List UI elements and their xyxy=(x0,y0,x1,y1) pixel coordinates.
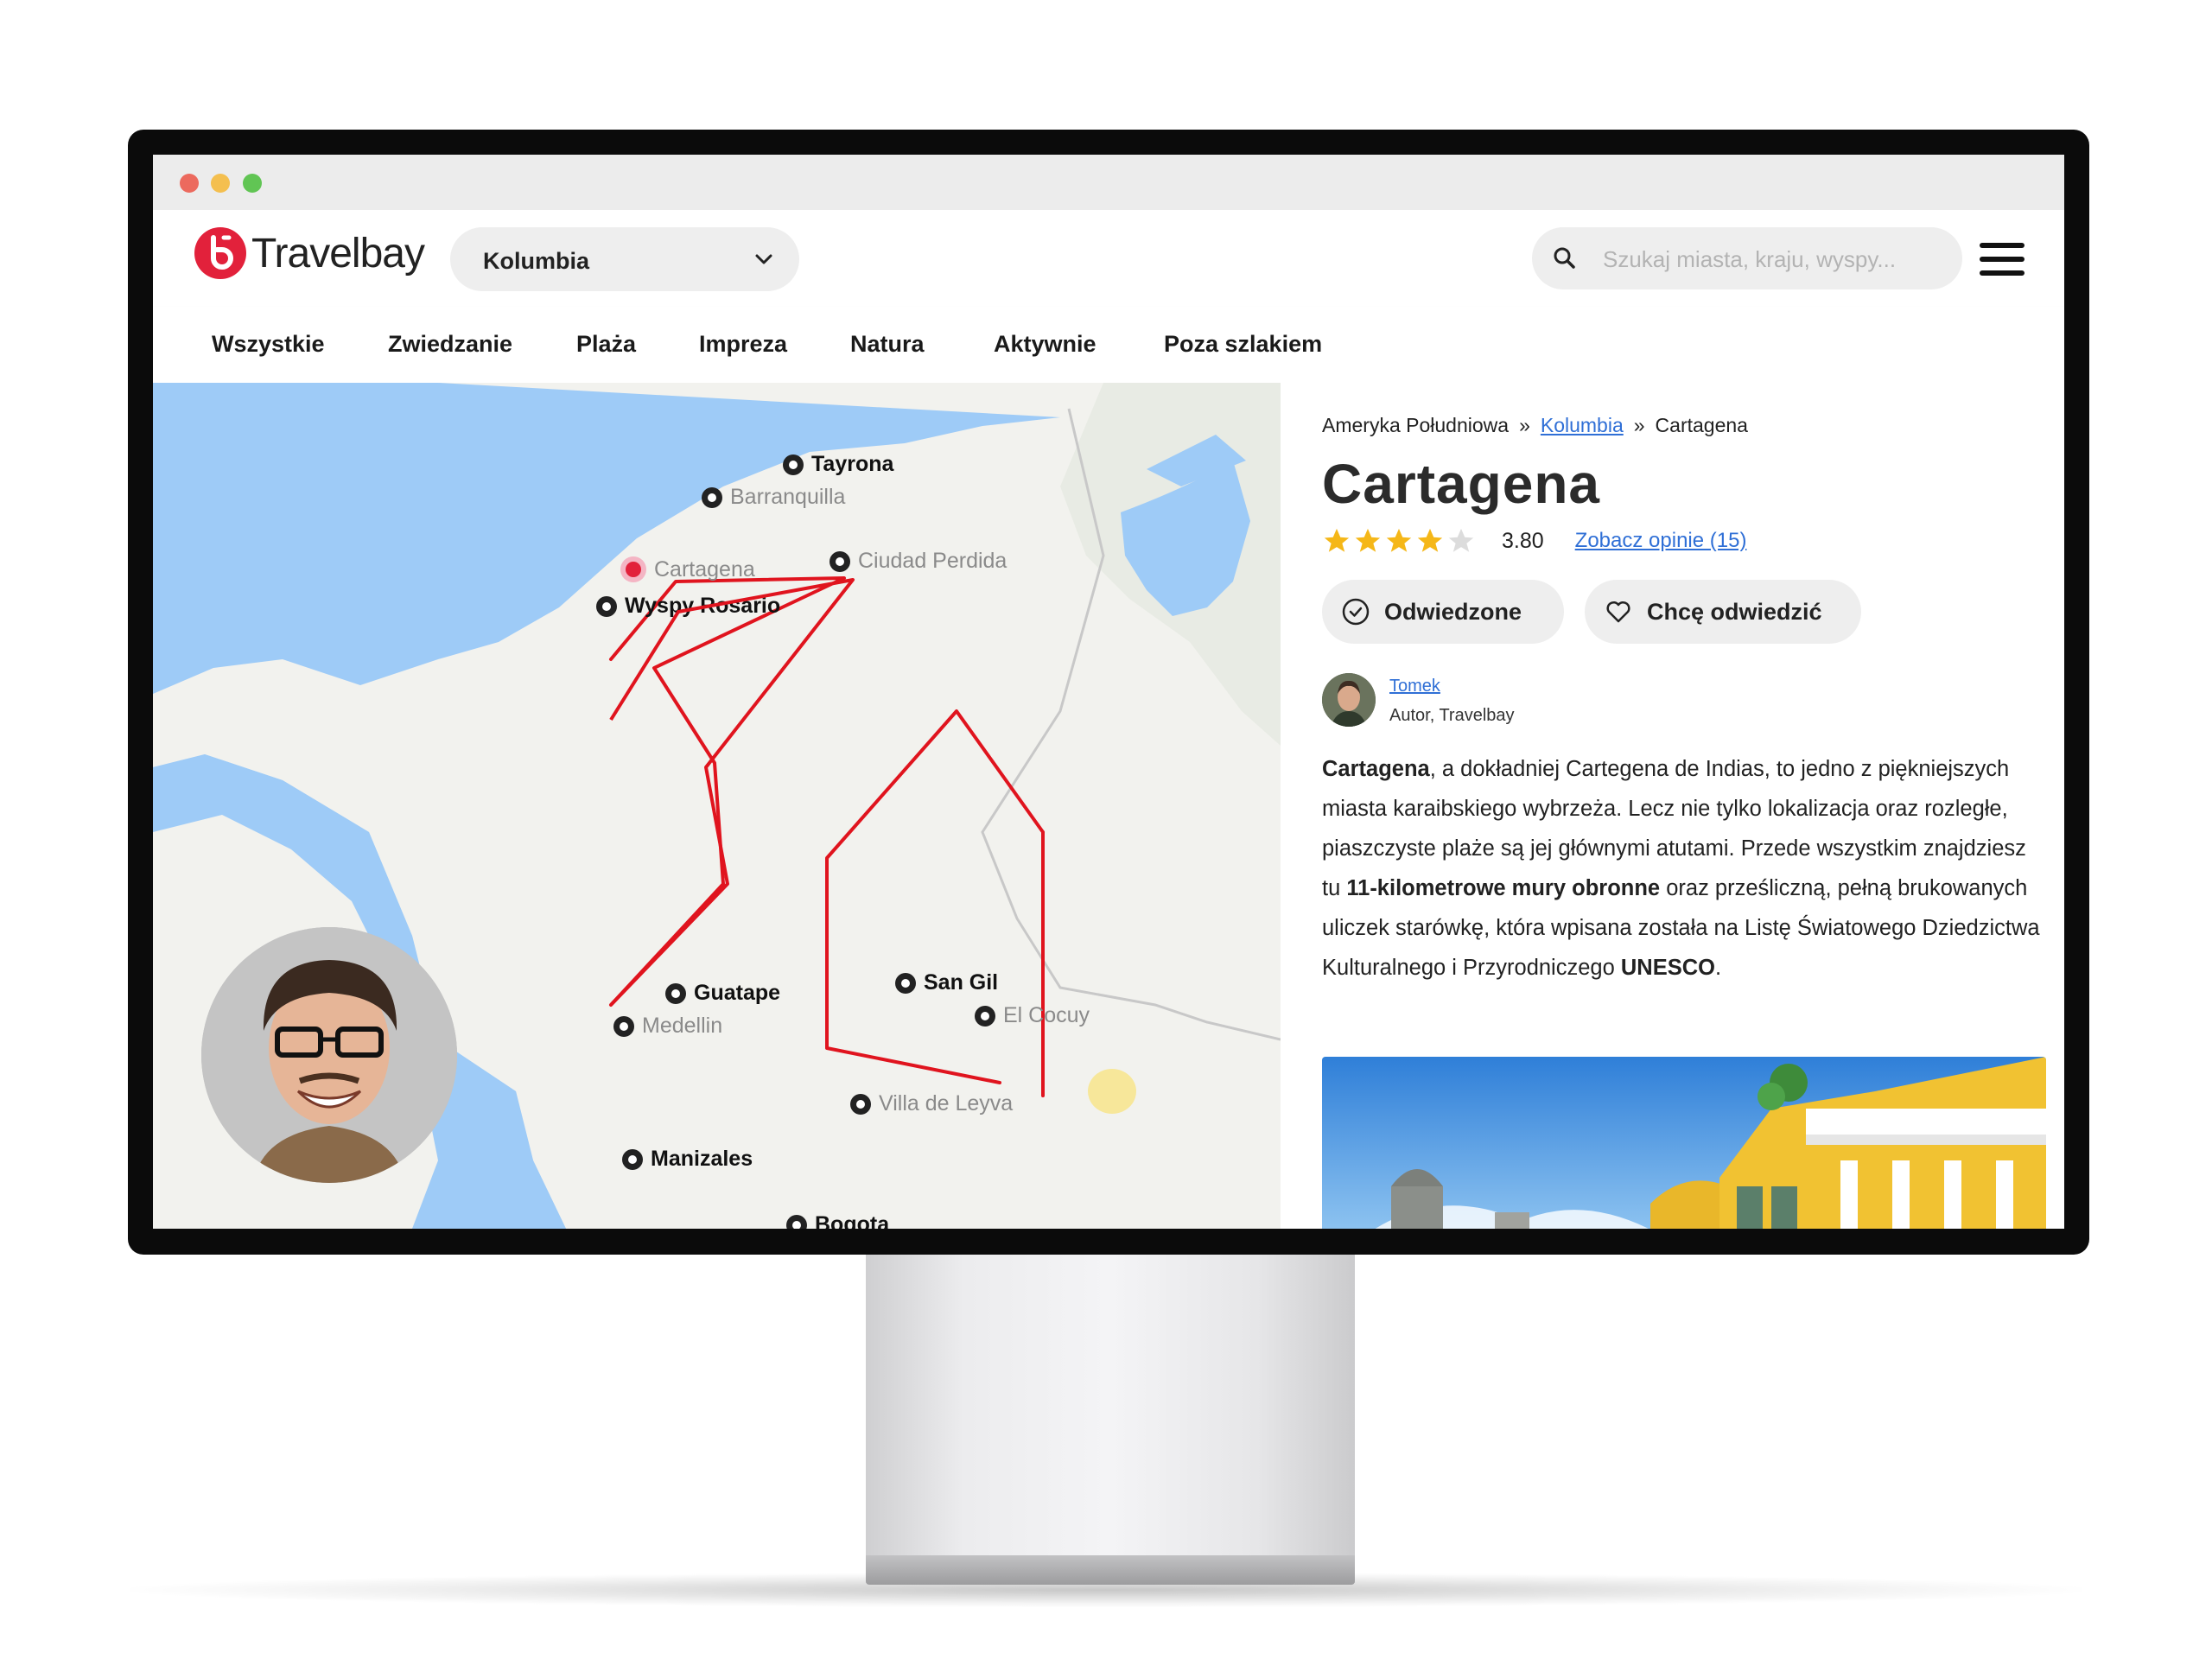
destination-photo[interactable] xyxy=(1322,1057,2046,1229)
breadcrumb-link-kolumbia[interactable]: Kolumbia xyxy=(1541,414,1624,436)
map-pin-icon xyxy=(850,1094,871,1115)
place-label: Ciudad Perdida xyxy=(858,549,1007,573)
place-label: Guatape xyxy=(694,981,781,1005)
description: Cartagena, a dokładniej Cartegena de Ind… xyxy=(1322,749,2048,988)
nav-item-wszystkie[interactable]: Wszystkie xyxy=(212,331,325,358)
country-selector-value: Kolumbia xyxy=(483,248,590,274)
monitor: Travelbay Kolumbia Wszystkie Zwiedzanie xyxy=(128,130,2089,1255)
star-filled-icon xyxy=(1386,528,1412,552)
browser-window: Travelbay Kolumbia Wszystkie Zwiedzanie xyxy=(153,155,2064,1229)
heart-icon xyxy=(1604,597,1633,626)
place-label: El Cocuy xyxy=(1003,1003,1090,1027)
place-label: Villa de Leyva xyxy=(879,1091,1014,1116)
breadcrumb-current: Cartagena xyxy=(1655,414,1748,436)
visited-button-label: Odwiedzone xyxy=(1384,598,1522,625)
nav-item-impreza[interactable]: Impreza xyxy=(699,331,787,358)
maximize-window-button[interactable] xyxy=(243,174,262,193)
map-pin-icon xyxy=(665,983,686,1004)
breadcrumb-separator: » xyxy=(1519,414,1530,436)
page-title: Cartagena xyxy=(1322,453,1600,515)
category-nav: Wszystkie Zwiedzanie Plaża Impreza Natur… xyxy=(153,307,2064,384)
map-pin-icon xyxy=(783,454,804,475)
breadcrumb: Ameryka Południowa » Kolumbia » Cartagena xyxy=(1322,414,1748,437)
nav-item-plaza[interactable]: Plaża xyxy=(576,331,636,358)
reviews-link[interactable]: Zobacz opinie (15) xyxy=(1575,529,1747,553)
logo-mark-icon xyxy=(194,227,246,279)
place-label: Manizales xyxy=(651,1147,753,1171)
place-label: Tayrona xyxy=(811,452,894,476)
country-selector[interactable]: Kolumbia xyxy=(450,227,799,291)
visited-button[interactable]: Odwiedzone xyxy=(1322,580,1564,644)
map-pin-icon xyxy=(975,1006,995,1027)
nav-item-aktywnie[interactable]: Aktywnie xyxy=(994,331,1096,358)
map-view[interactable]: Tayrona Barranquilla Cartagena Ciudad Pe… xyxy=(153,383,1281,1229)
presenter-webcam xyxy=(201,927,457,1183)
place-label: San Gil xyxy=(924,970,999,995)
map-pin-icon xyxy=(786,1215,807,1229)
map-pin-selected-icon xyxy=(620,556,646,582)
author-role: Autor, Travelbay xyxy=(1389,706,1515,725)
place-label: Bogota xyxy=(815,1212,890,1229)
map-pin-icon xyxy=(613,1016,634,1037)
place-label: Cartagena xyxy=(654,557,755,582)
rating-row: 3.80 Zobacz opinie (15) xyxy=(1322,526,1746,556)
close-window-button[interactable] xyxy=(180,174,199,193)
place-label: Barranquilla xyxy=(730,485,846,509)
description-text: . xyxy=(1714,956,1722,980)
avatar[interactable] xyxy=(1322,673,1376,727)
nav-item-zwiedzanie[interactable]: Zwiedzanie xyxy=(388,331,512,358)
search-input[interactable] xyxy=(1601,241,1950,277)
place-label: Medellin xyxy=(642,1014,723,1038)
want-to-visit-button-label: Chcę odwiedzić xyxy=(1647,598,1822,625)
monitor-stand-base xyxy=(866,1555,1355,1585)
star-filled-icon xyxy=(1355,528,1381,552)
description-bold: 11-kilometrowe mury obronne xyxy=(1346,876,1661,900)
nav-item-poza-szlakiem[interactable]: Poza szlakiem xyxy=(1164,331,1322,358)
nav-item-natura[interactable]: Natura xyxy=(850,331,925,358)
map-pin-icon xyxy=(895,973,916,994)
star-empty-icon xyxy=(1448,528,1474,552)
search-icon xyxy=(1553,246,1577,275)
rating-value: 3.80 xyxy=(1502,528,1544,553)
description-bold: UNESCO xyxy=(1620,956,1715,980)
search-box[interactable] xyxy=(1532,227,1962,289)
minimize-window-button[interactable] xyxy=(211,174,230,193)
map-pin-icon xyxy=(622,1149,643,1170)
check-circle-icon xyxy=(1341,597,1370,626)
breadcrumb-item[interactable]: Ameryka Południowa xyxy=(1322,414,1509,436)
brand-logo[interactable]: Travelbay xyxy=(194,227,425,279)
monitor-stand xyxy=(866,1255,1355,1583)
window-titlebar xyxy=(153,155,2064,210)
menu-icon[interactable] xyxy=(1980,243,2024,276)
star-filled-icon xyxy=(1324,528,1350,552)
map-pin-icon xyxy=(702,487,722,508)
description-bold: Cartagena xyxy=(1322,757,1430,781)
place-label: Wyspy Rosario xyxy=(625,594,781,618)
star-filled-icon xyxy=(1417,528,1443,552)
want-to-visit-button[interactable]: Chcę odwiedzić xyxy=(1585,580,1861,644)
brand-name: Travelbay xyxy=(251,230,425,276)
map-pin-icon xyxy=(830,551,850,572)
chevron-down-icon xyxy=(754,250,773,273)
map-pin-icon xyxy=(596,596,617,617)
rating-stars xyxy=(1322,526,1476,556)
site-header: Travelbay Kolumbia xyxy=(153,210,2064,308)
destination-panel: Ameryka Południowa » Kolumbia » Cartagena Ca… xyxy=(1281,383,2064,1229)
author-name-link[interactable]: Tomek xyxy=(1389,677,1440,696)
breadcrumb-separator: » xyxy=(1633,414,1645,436)
